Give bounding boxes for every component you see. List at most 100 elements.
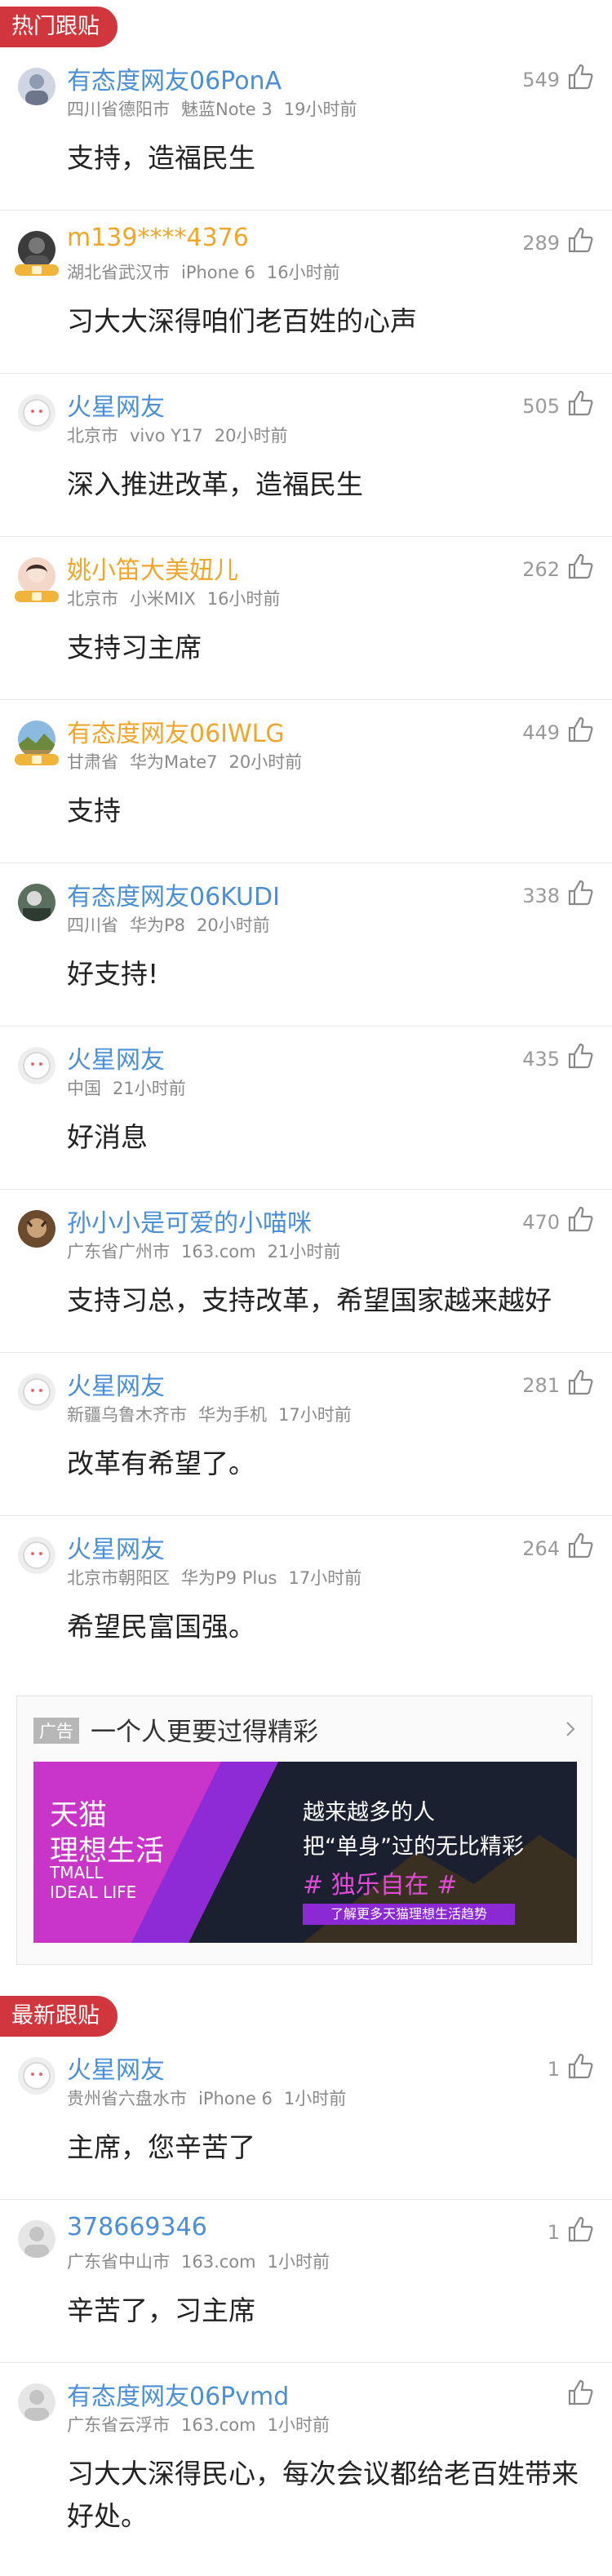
comment-item: 火星网友 新疆乌鲁木齐市 华为手机 17小时前 281 改革有希望了。 xyxy=(0,1353,612,1516)
comment-item: 有态度网友06PonA 四川省德阳市 魅蓝Note 3 19小时前 549 支持，造… xyxy=(0,47,612,211)
like-count: 281 xyxy=(522,1374,560,1397)
username[interactable]: 有态度网友06IWLG xyxy=(67,713,285,749)
comment-text: 深入推进改革，造福民生 xyxy=(67,468,363,500)
avatar[interactable] xyxy=(18,2057,55,2095)
username[interactable]: 378669346 xyxy=(67,2213,207,2241)
username[interactable]: 姚小笛大美妞儿 xyxy=(67,550,238,586)
banner-brand: 天猫 理想生活 xyxy=(50,1799,165,1868)
comment-meta: 广东省中山市 163.com 1小时前 xyxy=(67,2252,330,2272)
avatar[interactable] xyxy=(18,231,55,268)
comment-meta: 广东省云浮市 163.com 1小时前 xyxy=(67,2415,330,2435)
banner-brand-en: TMALL IDEAL LIFE xyxy=(50,1863,137,1902)
comment-item: 378669346 广东省中山市 163.com 1小时前 1 辛苦了，习主席 xyxy=(0,2200,612,2363)
avatar[interactable] xyxy=(18,720,55,758)
banner-hashtag: # 独乐自在 # xyxy=(303,1871,458,1900)
thumbs-up-icon[interactable] xyxy=(566,62,596,91)
comment-meta: 北京市朝阳区 华为P9 Plus 17小时前 xyxy=(67,1568,362,1588)
avatar[interactable] xyxy=(18,2383,55,2421)
comment-text: 支持习总，支持改革，希望国家越来越好 xyxy=(67,1284,552,1316)
username[interactable]: 火星网友 xyxy=(67,2050,165,2086)
comment-item: m139****4376 湖北省武汉市 iPhone 6 16小时前 289 习大大… xyxy=(0,211,612,374)
avatar[interactable] xyxy=(18,1536,55,1574)
username[interactable]: m139****4376 xyxy=(67,224,249,252)
thumbs-up-icon[interactable] xyxy=(566,1041,596,1071)
like-count: 505 xyxy=(522,395,560,418)
username[interactable]: 有态度网友06KUDI xyxy=(67,876,280,912)
comment-meta: 北京市 小米MIX 16小时前 xyxy=(67,589,281,609)
comment-meta: 中国 21小时前 xyxy=(67,1079,186,1098)
thumbs-up-icon[interactable] xyxy=(566,1204,596,1234)
latest-comments-label: 最新跟贴 xyxy=(0,1996,118,2037)
comment-text: 辛苦了，习主席 xyxy=(67,2294,255,2326)
chevron-right-icon[interactable] xyxy=(564,1721,577,1737)
comment-item: 有态度网友06Pvmd 广东省云浮市 163.com 1小时前 习大大深得民心，每次… xyxy=(0,2363,612,2576)
comment-text: 好支持! xyxy=(67,958,159,990)
vip-badge-icon xyxy=(15,264,59,276)
comment-text: 习大大深得民心，每次会议都给老百姓带来好处。 xyxy=(67,2458,579,2532)
like-count: 435 xyxy=(522,1048,560,1071)
comment-text: 改革有希望了。 xyxy=(67,1448,255,1479)
thumbs-up-icon[interactable] xyxy=(566,2378,596,2407)
thumbs-up-icon[interactable] xyxy=(566,1368,596,1397)
comment-text: 支持 xyxy=(67,795,121,827)
like-count: 470 xyxy=(522,1211,560,1234)
comment-meta: 四川省德阳市 魅蓝Note 3 19小时前 xyxy=(67,100,357,119)
comment-meta: 北京市 vivo Y17 20小时前 xyxy=(67,426,288,446)
vip-badge-icon xyxy=(15,754,59,765)
comment-text: 好消息 xyxy=(67,1121,148,1153)
thumbs-up-icon[interactable] xyxy=(566,715,596,744)
ad-banner[interactable]: 天猫 理想生活 TMALL IDEAL LIFE 越来越多的人 把“单身”过的无比精… xyxy=(33,1762,577,1943)
comment-text: 支持习主席 xyxy=(67,632,202,663)
like-count: 289 xyxy=(522,232,560,255)
thumbs-up-icon[interactable] xyxy=(566,1531,596,1560)
avatar[interactable] xyxy=(18,2220,55,2258)
ad-title[interactable]: 一个人更要过得精彩 xyxy=(91,1711,318,1748)
avatar[interactable] xyxy=(18,557,55,595)
username[interactable]: 火星网友 xyxy=(67,1366,165,1402)
comment-item: 有态度网友06IWLG 甘肃省 华为Mate7 20小时前 449 支持 xyxy=(0,700,612,863)
comment-item: 火星网友 北京市 vivo Y17 20小时前 505 深入推进改革，造福民生 xyxy=(0,374,612,537)
avatar[interactable] xyxy=(18,394,55,432)
comment-text: 主席，您辛苦了 xyxy=(67,2131,255,2163)
avatar[interactable] xyxy=(18,1210,55,1248)
like-count: 1 xyxy=(547,2221,560,2244)
like-count: 1 xyxy=(547,2058,560,2081)
comment-item: 火星网友 贵州省六盘水市 iPhone 6 1小时前 1 主席，您辛苦了 xyxy=(0,2037,612,2200)
username[interactable]: 火星网友 xyxy=(67,1040,165,1075)
comment-item: 孙小小是可爱的小喵咪 广东省广州市 163.com 21小时前 470 支持习总，支… xyxy=(0,1190,612,1353)
username[interactable]: 有态度网友06Pvmd xyxy=(67,2376,289,2412)
avatar[interactable] xyxy=(18,1373,55,1411)
comment-text: 希望民富国强。 xyxy=(67,1611,255,1643)
comment-item: 火星网友 中国 21小时前 435 好消息 xyxy=(0,1026,612,1190)
like-count: 262 xyxy=(522,558,560,581)
like-count: 549 xyxy=(522,69,560,91)
username[interactable]: 有态度网友06PonA xyxy=(67,60,282,96)
hot-comments-label: 热门跟贴 xyxy=(0,7,118,47)
username[interactable]: 孙小小是可爱的小喵咪 xyxy=(67,1203,312,1239)
thumbs-up-icon[interactable] xyxy=(566,225,596,255)
comment-meta: 贵州省六盘水市 iPhone 6 1小时前 xyxy=(67,2089,347,2108)
thumbs-up-icon[interactable] xyxy=(566,2215,596,2244)
vip-badge-icon xyxy=(15,591,59,602)
ad-card[interactable]: 广告 一个人更要过得精彩 天猫 理想生活 TMALL IDEAL LIFE 越来越多… xyxy=(16,1696,592,1965)
username[interactable]: 火星网友 xyxy=(67,1529,165,1565)
like-count: 264 xyxy=(522,1537,560,1560)
comment-item: 有态度网友06KUDI 四川省 华为P8 20小时前 338 好支持! xyxy=(0,863,612,1026)
banner-cta-button[interactable]: 了解更多天猫理想生活趋势 xyxy=(303,1904,515,1925)
comment-meta: 湖北省武汉市 iPhone 6 16小时前 xyxy=(67,263,340,282)
banner-headline-1: 越来越多的人 xyxy=(303,1800,435,1825)
comment-meta: 四川省 华为P8 20小时前 xyxy=(67,916,270,935)
thumbs-up-icon[interactable] xyxy=(566,878,596,907)
avatar[interactable] xyxy=(18,884,55,921)
comment-item: 姚小笛大美妞儿 北京市 小米MIX 16小时前 262 支持习主席 xyxy=(0,537,612,700)
thumbs-up-icon[interactable] xyxy=(566,388,596,418)
comment-item: 火星网友 北京市朝阳区 华为P9 Plus 17小时前 264 希望民富国强。 xyxy=(0,1516,612,1679)
thumbs-up-icon[interactable] xyxy=(566,2051,596,2081)
username[interactable]: 火星网友 xyxy=(67,387,165,423)
comment-text: 习大大深得咱们老百姓的心声 xyxy=(67,305,417,337)
like-count: 338 xyxy=(522,885,560,907)
thumbs-up-icon[interactable] xyxy=(566,552,596,581)
comment-text: 支持，造福民生 xyxy=(67,142,255,174)
avatar[interactable] xyxy=(18,1047,55,1084)
avatar[interactable] xyxy=(18,68,55,105)
